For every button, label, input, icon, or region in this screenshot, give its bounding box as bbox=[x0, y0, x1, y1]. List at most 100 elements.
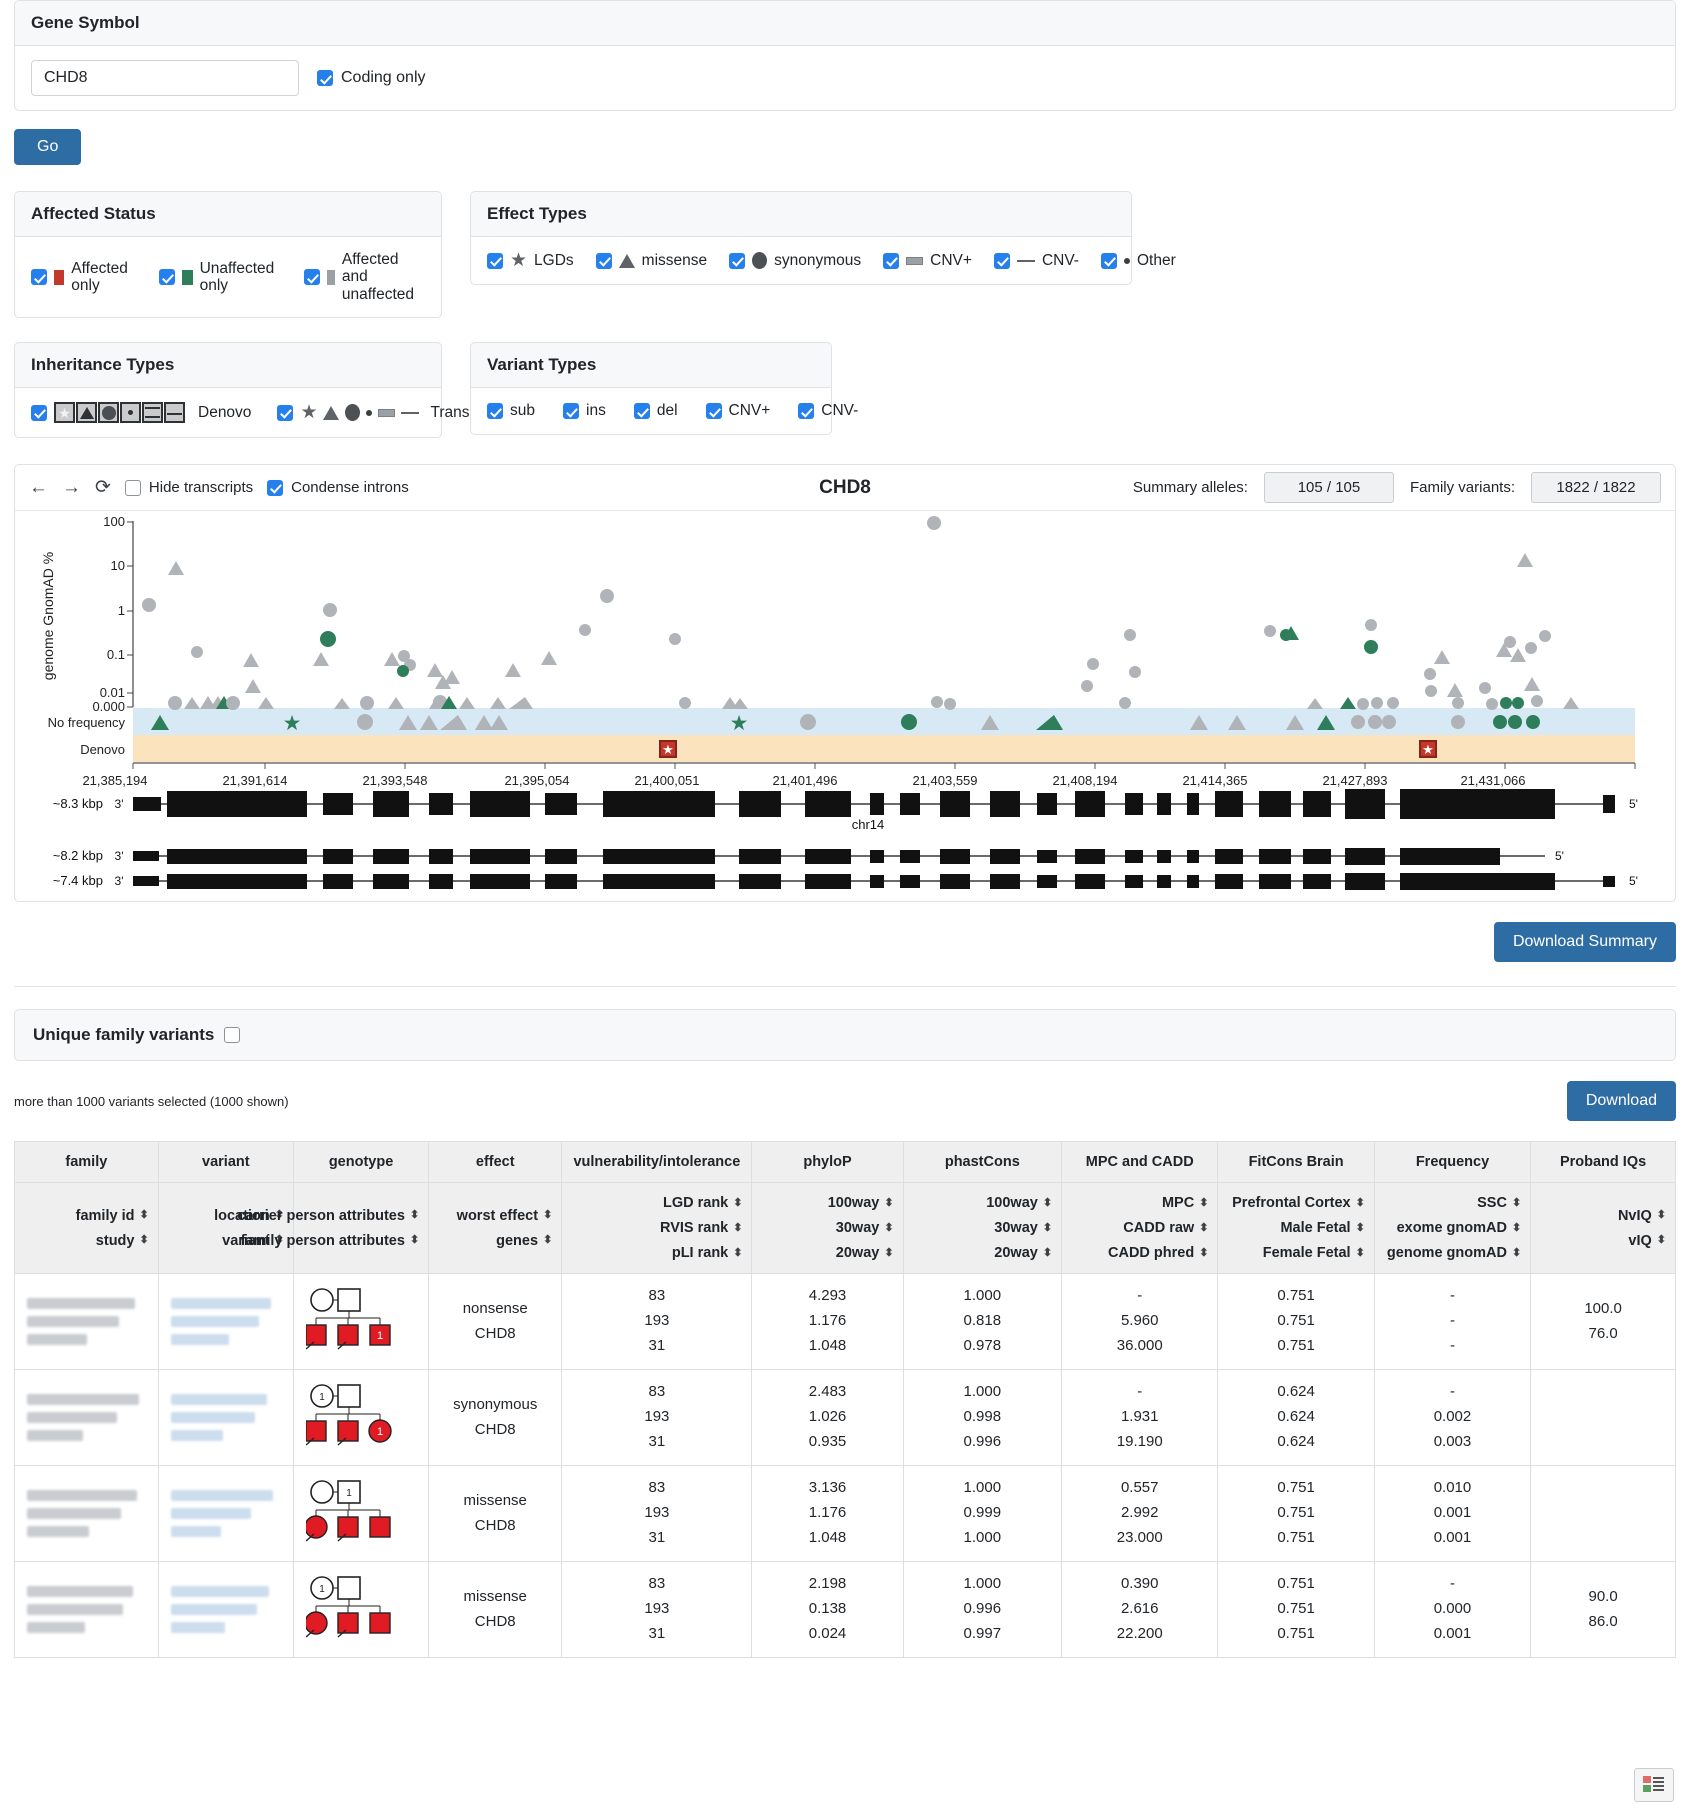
inheritance-denovo-option[interactable]: ★ Denovo bbox=[31, 402, 251, 424]
variant-cnv-minus-option[interactable]: CNV- bbox=[798, 402, 858, 420]
col-group-genotype[interactable]: genotype bbox=[292, 1141, 430, 1184]
variant-scatter-svg[interactable]: 100 10 1 0.1 0.01 0.000 No frequency Den… bbox=[15, 511, 1675, 901]
col-group-family[interactable]: family bbox=[14, 1141, 159, 1184]
sort-study[interactable]: study bbox=[96, 1233, 148, 1249]
refresh-icon[interactable]: ⟳ bbox=[95, 478, 111, 497]
table-row[interactable]: 1 missense CHD8 83 193 31 3.136 1.176 1.… bbox=[14, 1465, 1676, 1563]
coding-only-checkbox[interactable] bbox=[317, 70, 333, 86]
go-button[interactable]: Go bbox=[14, 129, 82, 165]
effect-other-option[interactable]: Other bbox=[1100, 252, 1176, 270]
sort-phylop-30way[interactable]: 30way bbox=[836, 1220, 893, 1236]
table-row[interactable]: 1 missense CHD8 83 193 31 2.198 0.138 0.… bbox=[14, 1561, 1676, 1659]
table-row[interactable]: 1 nonsense CHD8 83 193 31 4.293 1.176 1.… bbox=[14, 1273, 1676, 1371]
condense-introns-option[interactable]: Condense introns bbox=[267, 479, 409, 496]
unique-family-variants-panel[interactable]: Unique family variants bbox=[14, 1009, 1676, 1062]
sort-worst-effect[interactable]: worst effect bbox=[457, 1208, 552, 1224]
col-group-proband-iqs[interactable]: Proband IQs bbox=[1530, 1141, 1676, 1184]
variant-del-option[interactable]: del bbox=[633, 402, 678, 420]
unaffected-only-option[interactable]: Unaffected only bbox=[158, 260, 279, 295]
table-group-header-row: family variant genotype effect vulnerabi… bbox=[14, 1141, 1676, 1184]
sort-viq[interactable]: vIQ bbox=[1628, 1233, 1665, 1249]
download-button[interactable]: Download bbox=[1566, 1081, 1676, 1122]
variant-ins-option[interactable]: ins bbox=[563, 402, 606, 420]
gene-browser-panel: ← → ⟳ Hide transcripts Condense introns … bbox=[14, 464, 1676, 903]
genotype-cell[interactable]: 1 bbox=[292, 1273, 430, 1371]
effect-lgds-option[interactable]: ★ LGDs bbox=[487, 251, 574, 270]
effect-synonymous-checkbox[interactable] bbox=[729, 252, 746, 269]
sort-pli-rank[interactable]: pLI rank bbox=[672, 1245, 742, 1261]
sort-ssc[interactable]: SSC bbox=[1477, 1195, 1520, 1211]
sort-phastcons-20way[interactable]: 20way bbox=[994, 1245, 1051, 1261]
effect-cnv-plus-checkbox[interactable] bbox=[883, 252, 900, 269]
col-group-frequency[interactable]: Frequency bbox=[1373, 1141, 1532, 1184]
gene-browser-plot[interactable]: 100 10 1 0.1 0.01 0.000 No frequency Den… bbox=[15, 511, 1675, 901]
affected-and-unaffected-option[interactable]: Affected and unaffected bbox=[304, 251, 425, 303]
sort-genome-gnomad[interactable]: genome gnomAD bbox=[1387, 1245, 1520, 1261]
sort-cadd-phred[interactable]: CADD phred bbox=[1108, 1245, 1207, 1261]
col-group-phastcons[interactable]: phastCons bbox=[902, 1141, 1063, 1184]
col-group-phylop[interactable]: phyloP bbox=[751, 1141, 904, 1184]
genotype-cell[interactable]: 1 bbox=[292, 1561, 430, 1659]
sort-exome-gnomad[interactable]: exome gnomAD bbox=[1397, 1220, 1521, 1236]
effect-lgds-checkbox[interactable] bbox=[487, 252, 503, 269]
variant-cnv-minus-checkbox[interactable] bbox=[798, 403, 815, 420]
inheritance-transmitted-checkbox[interactable] bbox=[277, 404, 294, 421]
sort-nviq[interactable]: NvIQ bbox=[1618, 1208, 1665, 1224]
variant-cnv-plus-option[interactable]: CNV+ bbox=[705, 402, 770, 420]
effect-missense-option[interactable]: missense bbox=[595, 252, 707, 270]
variant-del-checkbox[interactable] bbox=[633, 403, 650, 420]
frequency-cell: - 0.002 0.003 bbox=[1373, 1369, 1532, 1467]
table-row[interactable]: 1 1 synonymous CHD8 83 193 31 2.483 1.02… bbox=[14, 1369, 1676, 1467]
variant-sub-option[interactable]: sub bbox=[487, 402, 535, 420]
legend-toggle-button[interactable] bbox=[1634, 1768, 1674, 1802]
variant-ins-checkbox[interactable] bbox=[563, 403, 579, 420]
sort-female-fetal[interactable]: Female Fetal bbox=[1263, 1245, 1364, 1261]
affected-only-option[interactable]: Affected only bbox=[31, 260, 133, 295]
effect-cnv-minus-option[interactable]: CNV- bbox=[993, 252, 1079, 270]
sort-rvis-rank[interactable]: RVIS rank bbox=[660, 1220, 741, 1236]
arrow-right-icon[interactable]: → bbox=[62, 478, 81, 497]
gene-symbol-input[interactable] bbox=[31, 60, 299, 96]
genotype-cell[interactable]: 1 bbox=[292, 1465, 430, 1563]
sort-phastcons-30way[interactable]: 30way bbox=[994, 1220, 1051, 1236]
affected-and-unaffected-checkbox[interactable] bbox=[304, 269, 321, 286]
cnv-minus-icon bbox=[1016, 259, 1035, 262]
inheritance-denovo-checkbox[interactable] bbox=[31, 404, 47, 421]
sort-phastcons-100way[interactable]: 100way bbox=[986, 1195, 1051, 1211]
sort-mpc[interactable]: MPC bbox=[1162, 1195, 1207, 1211]
sort-lgd-rank[interactable]: LGD rank bbox=[663, 1195, 741, 1211]
condense-introns-checkbox[interactable] bbox=[267, 479, 284, 496]
effect-cnv-plus-option[interactable]: CNV+ bbox=[883, 252, 972, 270]
sort-male-fetal[interactable]: Male Fetal bbox=[1280, 1220, 1363, 1236]
effect-synonymous-option[interactable]: synonymous bbox=[729, 252, 861, 270]
sort-prefrontal-cortex[interactable]: Prefrontal Cortex bbox=[1232, 1195, 1364, 1211]
unaffected-only-checkbox[interactable] bbox=[158, 269, 175, 286]
hide-transcripts-option[interactable]: Hide transcripts bbox=[124, 479, 253, 496]
sort-phylop-100way[interactable]: 100way bbox=[828, 1195, 893, 1211]
variant-ins-label: ins bbox=[586, 402, 606, 420]
genotype-cell[interactable]: 1 1 bbox=[292, 1369, 430, 1467]
sort-carrier-person-attributes[interactable]: carrier person attributes bbox=[237, 1208, 418, 1224]
variant-cnv-plus-checkbox[interactable] bbox=[705, 403, 722, 420]
download-summary-button[interactable]: Download Summary bbox=[1493, 922, 1676, 963]
col-group-vulnerability[interactable]: vulnerability/intolerance bbox=[561, 1141, 753, 1184]
inheritance-types-panel: Inheritance Types ★ Denovo ★ bbox=[14, 342, 512, 439]
col-group-fitcons-brain[interactable]: FitCons Brain bbox=[1217, 1141, 1375, 1184]
effect-cnv-minus-checkbox[interactable] bbox=[993, 252, 1010, 269]
coding-only-checkbox-label[interactable]: Coding only bbox=[317, 69, 426, 87]
sort-family-id[interactable]: family id bbox=[76, 1208, 148, 1224]
sort-phylop-20way[interactable]: 20way bbox=[836, 1245, 893, 1261]
affected-only-checkbox[interactable] bbox=[31, 269, 47, 286]
arrow-left-icon[interactable]: ← bbox=[29, 478, 48, 497]
col-group-effect[interactable]: effect bbox=[428, 1141, 563, 1184]
col-group-variant[interactable]: variant bbox=[157, 1141, 294, 1184]
sort-cadd-raw[interactable]: CADD raw bbox=[1123, 1220, 1207, 1236]
effect-missense-checkbox[interactable] bbox=[595, 252, 612, 269]
effect-other-checkbox[interactable] bbox=[1100, 252, 1117, 269]
sort-family-person-attributes[interactable]: family person attributes bbox=[241, 1233, 419, 1249]
unique-family-variants-checkbox[interactable] bbox=[224, 1027, 241, 1044]
variant-sub-checkbox[interactable] bbox=[487, 403, 503, 420]
col-group-mpc-cadd[interactable]: MPC and CADD bbox=[1061, 1141, 1219, 1184]
sort-genes[interactable]: genes bbox=[496, 1233, 551, 1249]
hide-transcripts-checkbox[interactable] bbox=[124, 479, 141, 496]
